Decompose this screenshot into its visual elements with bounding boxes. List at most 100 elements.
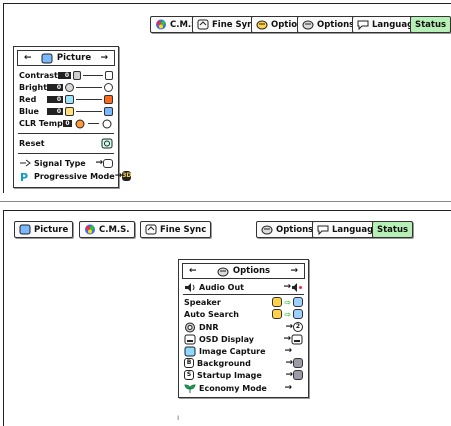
slider-track[interactable] <box>76 86 102 88</box>
cms-icon <box>84 224 96 235</box>
contrast-row[interactable]: Contrast 0 <box>19 69 113 81</box>
tab-label: Picture <box>34 224 69 235</box>
row-label: Contrast <box>19 70 58 80</box>
clr-temp-low-icon <box>74 118 86 129</box>
value-bar: 0 <box>62 119 72 127</box>
slider-track[interactable] <box>76 110 102 112</box>
options-menu-panel: ← Options → Audio Out → Speaker ⇨ Auto S… <box>178 259 309 398</box>
progressive-mode-row[interactable]: P Progressive Mode → 3D <box>19 170 132 182</box>
arrow-right-icon[interactable]: → <box>290 266 298 276</box>
row-label: CLR Temp <box>19 118 63 128</box>
progressive-mode-label: Progressive Mode <box>34 171 115 181</box>
tab-label: Options <box>276 224 314 235</box>
tab-label: Options <box>317 19 355 30</box>
tab-fine-sync[interactable]: Fine Sync <box>140 221 212 238</box>
row-label: Background <box>197 358 251 368</box>
signal-type-icon <box>19 158 31 169</box>
screen-separator <box>0 201 451 202</box>
divider <box>18 133 114 134</box>
arrow-right-icon: → <box>95 158 103 168</box>
tab-status[interactable]: Status <box>372 221 414 238</box>
startup-image-row[interactable]: S Startup Image → <box>184 369 303 381</box>
row-label: Bright <box>19 82 48 92</box>
tab-picture[interactable]: Picture <box>14 221 74 238</box>
signal-type-label: Signal Type <box>34 158 86 168</box>
arrow-right-icon: → <box>284 346 292 356</box>
background-icon: B <box>184 358 194 368</box>
speaker-row[interactable]: Speaker ⇨ <box>184 296 303 308</box>
value-bar: 0 <box>57 71 72 79</box>
value-bar: 0 <box>47 95 63 103</box>
osd-value-icon <box>291 334 303 345</box>
picture-menu-panel: ← Picture → Contrast 0 Bright 0 Red 0 Bl… <box>13 46 132 188</box>
language-icon <box>357 19 369 30</box>
auto-search-off-icon <box>293 309 303 319</box>
reset-row[interactable]: Reset <box>19 137 113 149</box>
contrast-low-icon <box>73 70 81 80</box>
progressive-value-badge: 3D <box>122 171 132 181</box>
red-row[interactable]: Red 0 <box>19 93 113 105</box>
fine-sync-icon <box>145 224 157 235</box>
picture-icon <box>41 53 53 64</box>
blue-row[interactable]: Blue 0 <box>19 105 113 117</box>
clr-temp-row[interactable]: CLR Temp 0 <box>19 117 113 129</box>
tab-label: Status <box>377 224 409 235</box>
economy-mode-row[interactable]: Economy Mode → <box>184 382 303 394</box>
economy-icon <box>184 383 196 394</box>
row-label: Red <box>19 94 37 104</box>
arrow-right-icon: → <box>284 383 292 393</box>
arrow-right-icon[interactable]: → <box>100 53 108 63</box>
tab-status[interactable]: Status <box>410 16 451 33</box>
blue-high-icon <box>104 106 113 116</box>
arrow-right-icon: ⇨ <box>284 297 291 307</box>
slider-track[interactable] <box>87 122 99 124</box>
background-row[interactable]: B Background → <box>184 357 303 369</box>
osd-display-row[interactable]: OSD Display → <box>184 333 303 345</box>
reset-label: Reset <box>19 138 45 148</box>
progressive-icon: P <box>19 171 31 182</box>
row-label: Audio Out <box>199 282 244 292</box>
signal-type-row[interactable]: Signal Type → <box>19 157 113 169</box>
osd-icon <box>184 334 196 345</box>
image-capture-icon <box>184 346 196 357</box>
fine-sync-icon <box>197 19 209 30</box>
speaker-on-icon <box>272 297 283 307</box>
options-icon <box>261 224 273 235</box>
options-menu-header: ← Options → <box>182 263 305 279</box>
dnr-row[interactable]: DNR → 2 <box>184 321 303 333</box>
speaker-icon <box>184 282 196 293</box>
auto-search-row[interactable]: Auto Search ⇨ <box>184 308 303 320</box>
slider-track[interactable] <box>76 98 102 100</box>
tab-cms[interactable]: C.M.S. <box>79 221 135 238</box>
bright-row[interactable]: Bright 0 <box>19 81 113 93</box>
clr-temp-high-icon <box>101 118 113 129</box>
svg-text:P: P <box>20 171 28 182</box>
tab-label: C.M.S. <box>99 224 130 235</box>
tab-label: Status <box>415 19 447 30</box>
row-label: Startup Image <box>197 370 262 380</box>
row-label: Economy Mode <box>199 383 267 393</box>
startup-value-icon <box>293 370 303 380</box>
options-icon <box>256 19 268 30</box>
row-label: OSD Display <box>199 334 254 344</box>
contrast-high-icon <box>105 70 113 80</box>
arrow-left-icon[interactable]: ← <box>189 266 197 276</box>
slider-track[interactable] <box>82 74 104 76</box>
picture-menu-title: Picture <box>56 53 92 63</box>
arrow-right-icon: → <box>285 322 293 332</box>
dnr-value-badge: 2 <box>293 322 303 332</box>
row-label: DNR <box>199 322 219 332</box>
footer-mark: ı <box>177 413 180 422</box>
arrow-right-icon: → <box>285 358 293 368</box>
image-capture-row[interactable]: Image Capture → <box>184 345 303 357</box>
divider <box>18 153 114 154</box>
tab-options-2[interactable]: Options <box>297 16 360 33</box>
audio-out-value-icon <box>291 282 303 293</box>
tab-options[interactable]: Options <box>256 221 319 238</box>
startup-icon: S <box>184 370 194 380</box>
options-icon <box>302 19 314 30</box>
arrow-right-icon: → <box>283 282 291 292</box>
arrow-left-icon[interactable]: ← <box>24 53 32 63</box>
picture-icon <box>19 224 31 235</box>
audio-out-row[interactable]: Audio Out → <box>184 281 303 293</box>
